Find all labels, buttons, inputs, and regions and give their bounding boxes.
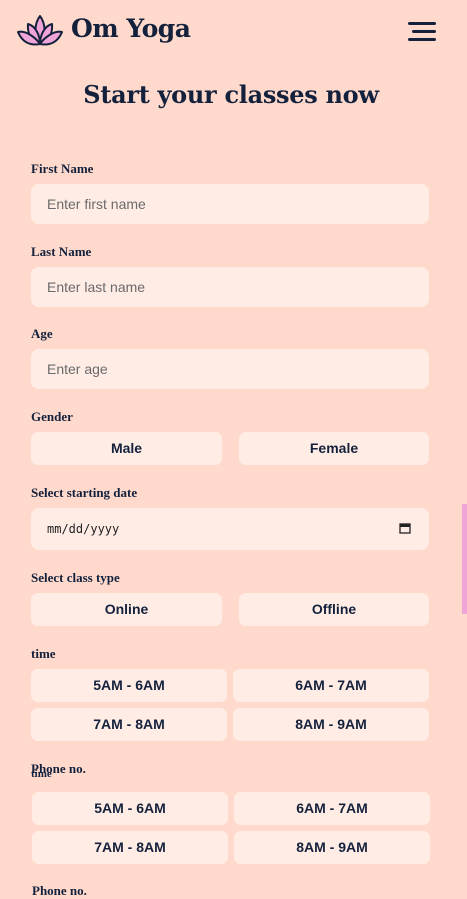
brand-name[interactable]: Om Yoga [71,14,191,43]
last-name-label: Last Name [31,244,92,259]
time-slot-6am[interactable]: 6AM - 7AM [233,669,429,702]
start-date-label: Select starting date [31,485,138,500]
time-slot-7am-duplicate[interactable]: 7AM - 8AM [32,831,228,864]
first-name-placeholder: Enter first name [47,196,146,212]
class-type-online-button[interactable]: Online [31,593,222,626]
time-slot-5am-duplicate[interactable]: 5AM - 6AM [32,792,228,825]
time-label: time [31,646,56,661]
time-slot-8am-duplicate[interactable]: 8AM - 9AM [234,831,430,864]
time-slot-7am[interactable]: 7AM - 8AM [31,708,227,741]
class-type-offline-button[interactable]: Offline [239,593,429,626]
time-slot-5am[interactable]: 5AM - 6AM [31,669,227,702]
scrollbar[interactable] [462,504,467,614]
age-label: Age [31,326,53,341]
time-slot-8am[interactable]: 8AM - 9AM [233,708,429,741]
gender-female-button[interactable]: Female [239,432,429,465]
age-placeholder: Enter age [47,361,108,377]
class-type-label: Select class type [31,570,120,585]
first-name-label: First Name [31,161,94,176]
time-slot-6am-duplicate[interactable]: 6AM - 7AM [234,792,430,825]
phone-label: Phone no. [31,761,86,776]
hamburger-menu-icon[interactable] [404,22,436,44]
calendar-icon[interactable] [399,522,411,534]
first-name-input[interactable]: Enter first name [31,184,429,224]
lotus-icon [17,15,63,46]
page-title: Start your classes now [83,80,379,109]
gender-male-button[interactable]: Male [31,432,222,465]
start-date-value: mm/dd/yyyy [47,522,120,536]
start-date-input[interactable]: mm/dd/yyyy [31,508,429,550]
last-name-input[interactable]: Enter last name [31,267,429,307]
age-input[interactable]: Enter age [31,349,429,389]
gender-label: Gender [31,409,73,424]
last-name-placeholder: Enter last name [47,279,146,295]
header: Om Yoga [0,0,467,64]
